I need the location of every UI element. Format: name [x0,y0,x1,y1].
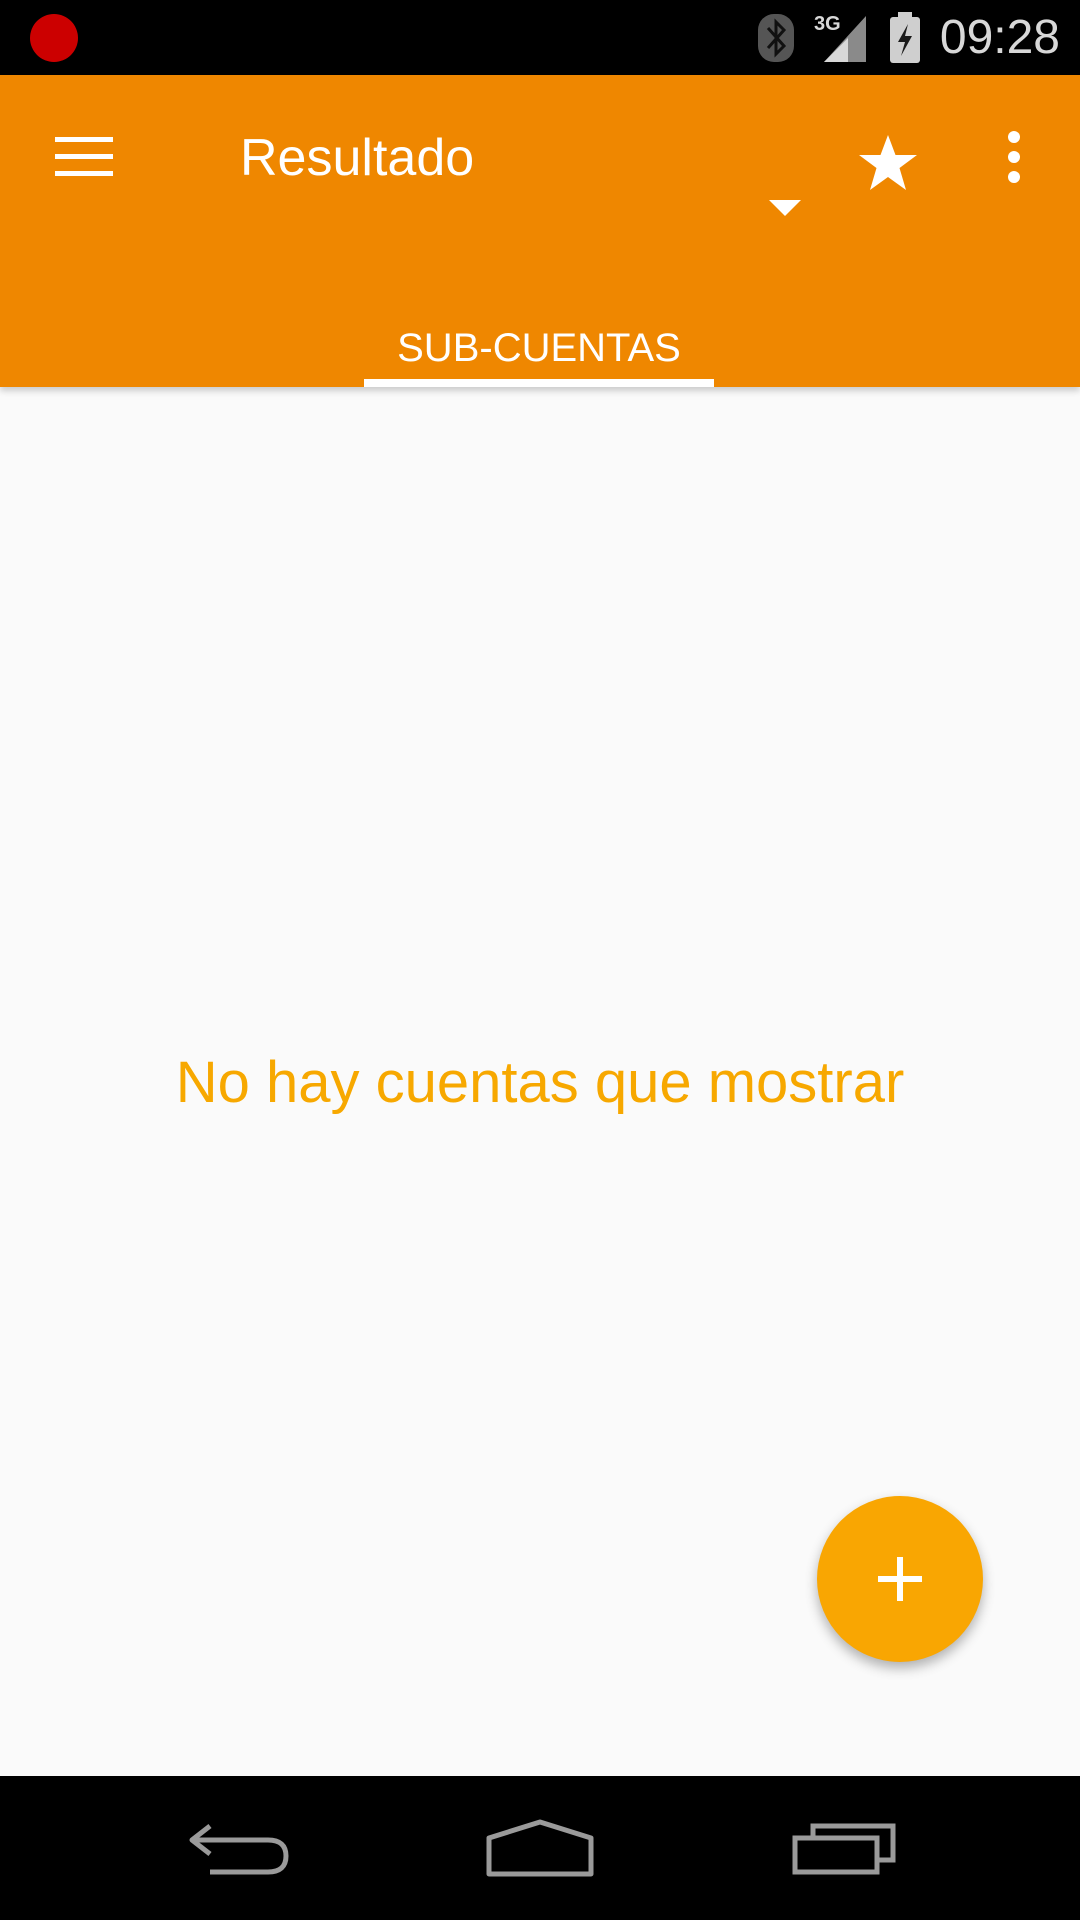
bluetooth-icon [757,13,794,62]
screen: 3G 09:28 Resultado SUB-CUENTAS No hay cu… [0,0,1080,1920]
network-type-label: 3G [814,13,841,35]
home-icon [486,1819,594,1877]
record-icon [30,14,78,62]
tab-sub-cuentas[interactable]: SUB-CUENTAS [364,310,714,387]
status-time: 09:28 [939,11,1060,64]
menu-icon [55,137,113,176]
status-bar: 3G 09:28 [0,0,1080,75]
app-bar: Resultado SUB-CUENTAS [0,75,1080,387]
star-icon [859,135,917,190]
plus-icon [878,1557,922,1601]
empty-state-message: No hay cuentas que mostrar [175,1050,905,1115]
dropdown-arrow-icon [769,200,801,216]
battery-charging-icon [889,11,920,63]
signal-3g-icon: 3G [814,13,866,62]
recents-button[interactable] [784,1806,904,1890]
overflow-menu-button[interactable] [992,125,1036,189]
add-account-button[interactable] [817,1496,983,1662]
title-dropdown-button[interactable] [760,190,810,230]
overflow-menu-icon [1008,131,1020,183]
home-button[interactable] [480,1806,600,1890]
tab-label: SUB-CUENTAS [397,326,681,370]
tab-indicator [364,379,714,387]
menu-button[interactable] [44,123,124,191]
status-icons: 3G 09:28 [756,0,1060,75]
back-button[interactable] [180,1806,300,1890]
back-icon [189,1824,289,1875]
page-title: Resultado [240,129,475,187]
recents-icon [792,1823,896,1875]
favorite-button[interactable] [850,125,926,201]
navigation-bar [0,1776,1080,1920]
